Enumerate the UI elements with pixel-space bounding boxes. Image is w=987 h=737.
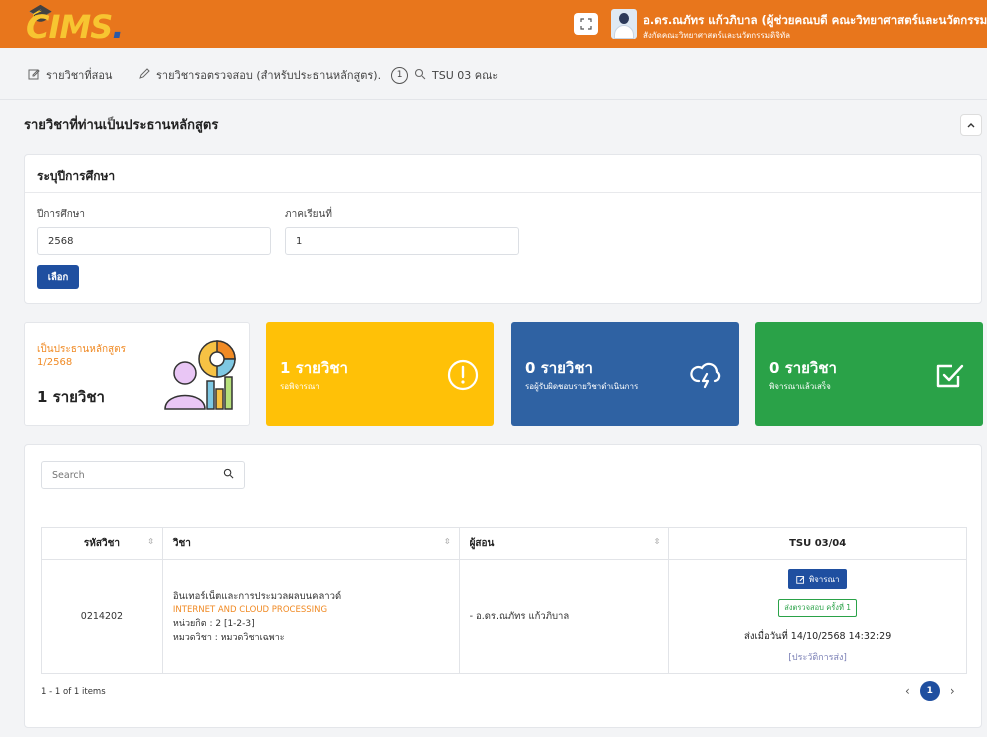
sort-icon: ⇳ xyxy=(653,537,661,546)
history-link[interactable]: [ประวัติการส่ง] xyxy=(669,650,966,664)
chevron-down-icon[interactable]: ⌄ xyxy=(973,14,981,25)
top-header: 🎓 CIMS. อ.ดร.ณภัทร แก้วภิบาล (ผู้ช่วยคณบ… xyxy=(0,0,987,48)
stat-card-awaiting-owner[interactable]: 0 รายวิชา รอผู้รับผิดชอบรายวิชาดำเนินการ xyxy=(511,322,739,426)
subject-name-en: INTERNET AND CLOUD PROCESSING xyxy=(172,604,328,615)
consider-button[interactable]: พิจารณา xyxy=(787,569,848,589)
exclamation-circle-icon xyxy=(446,358,480,392)
subject-credits: หน่วยกิต : 2 [1-2-3] xyxy=(172,618,255,629)
search-input[interactable] xyxy=(52,469,212,481)
chevron-right-icon[interactable]: › xyxy=(950,684,955,698)
stat-card-pending[interactable]: 1 รายวิชา รอพิจารณา xyxy=(266,322,494,426)
edit-icon xyxy=(796,575,805,584)
user-name[interactable]: อ.ดร.ณภัทร แก้วภิบาล (ผู้ช่วยคณบดี คณะวิ… xyxy=(643,12,987,30)
stat-awaiting-label: รอผู้รับผิดชอบรายวิชาดำเนินการ xyxy=(525,382,639,391)
search-box xyxy=(41,461,245,489)
chevron-left-icon[interactable]: ‹ xyxy=(905,684,910,698)
collapse-button[interactable] xyxy=(960,114,982,136)
tsu-cell: พิจารณา ส่งตรวจสอบ ครั้งที่ 1 ส่งเมื่อวั… xyxy=(668,559,967,674)
divider xyxy=(25,192,981,193)
subject-category: หมวดวิชา : หมวดวิชาเฉพาะ xyxy=(172,632,285,643)
stat-pending-label: รอพิจารณา xyxy=(280,382,320,391)
semester-card: ระบุปีการศึกษา ปีการศึกษา ภาคเรียนที่ เล… xyxy=(24,154,982,304)
cims-logo[interactable]: 🎓 CIMS. xyxy=(10,2,140,46)
search-icon xyxy=(414,68,426,83)
pen-icon xyxy=(138,67,150,83)
analytics-illustration-icon xyxy=(164,340,236,410)
sort-icon: ⇳ xyxy=(443,537,451,546)
pagination-info: 1 - 1 of 1 items xyxy=(41,687,106,697)
chevron-up-icon xyxy=(967,123,975,128)
term-field[interactable] xyxy=(285,227,519,255)
stat-chair-count: 1 รายวิชา xyxy=(37,388,105,406)
table-row: 0214202 อินเทอร์เน็ตและการประมวลผลบนคลาว… xyxy=(41,559,967,674)
pending-count-badge: 1 xyxy=(391,66,409,84)
search-icon[interactable] xyxy=(223,468,234,482)
cloud-lightning-icon xyxy=(689,357,723,391)
status-badge: ส่งตรวจสอบ ครั้งที่ 1 xyxy=(778,599,858,617)
subject-name-th: อินเทอร์เน็ตและการประมวลผลบนคลาวด์ xyxy=(172,590,342,602)
course-table: รหัสวิชา ⇳ วิชา ⇳ ผู้สอน ⇳ TSU 03/04 021420… xyxy=(41,527,967,674)
check-square-icon xyxy=(933,358,967,392)
fullscreen-button[interactable] xyxy=(574,13,598,35)
semester-card-title: ระบุปีการศึกษา xyxy=(37,169,116,183)
stat-chair-label: เป็นประธานหลักสูตร 1/2568 xyxy=(37,344,126,368)
stat-awaiting-count: 0 รายวิชา xyxy=(525,359,593,377)
column-header-subject[interactable]: วิชา ⇳ xyxy=(161,527,460,560)
stat-card-chair: เป็นประธานหลักสูตร 1/2568 1 รายวิชา xyxy=(24,322,250,426)
nav-item-pending-review[interactable]: รายวิชารอตรวจสอบ (สำหรับประธานหลักสูตร).… xyxy=(138,66,409,84)
course-table-card: รหัสวิชา⇳ วิชา⇳ ผู้สอน⇳ TSU 03/04 021420… xyxy=(24,444,982,728)
avatar[interactable] xyxy=(611,9,637,39)
stat-card-completed[interactable]: 0 รายวิชา พิจารณาแล้วเสร็จ xyxy=(755,322,983,426)
term-label: ภาคเรียนที่ xyxy=(285,209,332,220)
column-header-tsu: TSU 03/04 xyxy=(668,527,967,560)
page-title: รายวิชาที่ท่านเป็นประธานหลักสูตร xyxy=(24,118,219,133)
course-subject-cell: อินเทอร์เน็ตและการประมวลผลบนคลาวด์ INTER… xyxy=(161,559,460,674)
select-button[interactable]: เลือก xyxy=(37,265,79,289)
year-label: ปีการศึกษา xyxy=(37,209,85,220)
stat-pending-count: 1 รายวิชา xyxy=(280,359,348,377)
year-field[interactable] xyxy=(37,227,271,255)
stat-completed-count: 0 รายวิชา xyxy=(769,359,837,377)
nav-item-tsu03-faculty[interactable]: TSU 03 คณะ xyxy=(414,66,498,84)
edit-icon xyxy=(28,68,40,83)
sort-icon: ⇳ xyxy=(147,537,154,546)
course-teacher: - อ.ดร.ณภัทร แก้วภิบาล xyxy=(458,559,670,674)
main-nav: รายวิชาที่สอน รายวิชารอตรวจสอบ (สำหรับปร… xyxy=(0,48,987,100)
column-header-teacher[interactable]: ผู้สอน ⇳ xyxy=(458,527,670,560)
user-department: สังกัดคณะวิทยาศาสตร์และนวัตกรรมดิจิทัล xyxy=(643,31,791,40)
table-header-row: รหัสวิชา ⇳ วิชา ⇳ ผู้สอน ⇳ TSU 03/04 xyxy=(41,527,967,560)
sent-date: ส่งเมื่อวันที่ 14/10/2568 14:32:29 xyxy=(744,631,892,642)
fullscreen-icon xyxy=(580,18,592,30)
course-code: 0214202 xyxy=(41,559,163,674)
nav-item-teaching-courses[interactable]: รายวิชาที่สอน xyxy=(28,66,112,84)
pagination: ‹ 1 › xyxy=(905,681,955,701)
column-header-code[interactable]: รหัสวิชา ⇳ xyxy=(41,527,163,560)
stat-completed-label: พิจารณาแล้วเสร็จ xyxy=(769,382,831,391)
page-number[interactable]: 1 xyxy=(919,681,940,701)
